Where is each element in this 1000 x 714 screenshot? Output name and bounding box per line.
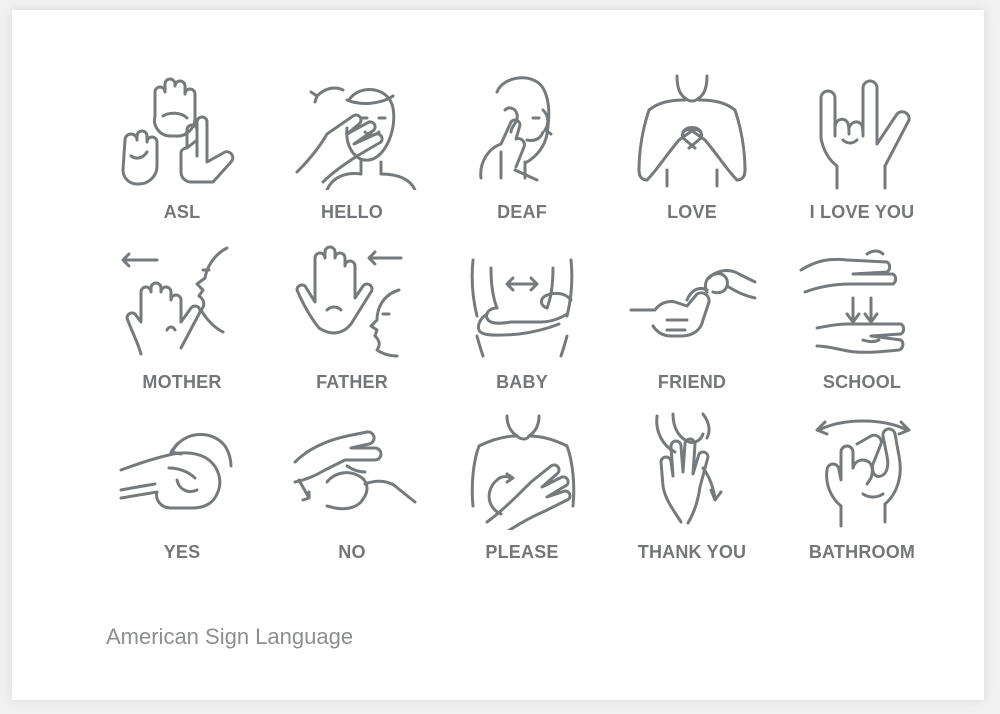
- sign-label: PLEASE: [485, 542, 559, 562]
- sign-label: FRIEND: [657, 372, 727, 392]
- sign-label: MOTHER: [142, 372, 222, 392]
- love-crossed-arms-icon: [637, 74, 747, 188]
- collection-caption: American Sign Language: [106, 624, 354, 649]
- yes-nodding-fist-icon: [119, 433, 233, 510]
- deaf-touch-ear-icon: [479, 76, 553, 182]
- school-clapping-hands-icon: [799, 249, 906, 354]
- i-love-you-hand-icon: [819, 79, 911, 190]
- sign-label: FATHER: [316, 372, 388, 392]
- sign-bathroom: BATHROOM: [777, 410, 947, 580]
- father-thumb-forehead-icon: [295, 245, 403, 358]
- sign-hello: HELLO: [267, 70, 437, 240]
- sign-label: BABY: [496, 372, 548, 392]
- sign-label: HELLO: [321, 202, 383, 222]
- sign-no: NO: [267, 410, 437, 580]
- sign-label: NO: [338, 542, 366, 562]
- sign-asl: ASL: [97, 70, 267, 240]
- sign-friend: FRIEND: [607, 240, 777, 410]
- sign-mother: MOTHER: [97, 240, 267, 410]
- sign-father: FATHER: [267, 240, 437, 410]
- sign-deaf: DEAF: [437, 70, 607, 240]
- please-circle-chest-icon: [470, 414, 576, 530]
- sign-baby: BABY: [437, 240, 607, 410]
- bathroom-shaking-t-icon: [815, 419, 911, 528]
- sign-label: SCHOOL: [822, 372, 902, 392]
- sign-label: DEAF: [497, 202, 547, 222]
- sign-i-love-you: I LOVE YOU: [777, 70, 947, 240]
- sign-label: BATHROOM: [808, 542, 916, 562]
- sign-label: THANK YOU: [637, 542, 747, 562]
- asl-hands-icon: [121, 77, 235, 186]
- friend-hooked-fingers-icon: [629, 269, 757, 338]
- sign-love: LOVE: [607, 70, 777, 240]
- sign-school: SCHOOL: [777, 240, 947, 410]
- sign-label: I LOVE YOU: [809, 202, 915, 222]
- thank-you-chin-hand-icon: [655, 412, 723, 525]
- sign-please: PLEASE: [437, 410, 607, 580]
- sign-label: ASL: [163, 202, 201, 222]
- sign-label: LOVE: [667, 202, 717, 222]
- sign-label: YES: [163, 542, 201, 562]
- sign-thank-you: THANK YOU: [607, 410, 777, 580]
- no-snapping-fingers-icon: [293, 430, 417, 511]
- sign-grid: ASL HELLO DEAF LOVE I LOVE YOU MOTHER FA…: [97, 70, 947, 580]
- icon-sheet: ASL HELLO DEAF LOVE I LOVE YOU MOTHER FA…: [12, 10, 984, 700]
- sign-yes: YES: [97, 410, 267, 580]
- mother-thumb-chin-icon: [121, 246, 229, 356]
- hello-salute-icon: [295, 86, 417, 190]
- baby-rocking-arms-icon: [470, 258, 574, 358]
